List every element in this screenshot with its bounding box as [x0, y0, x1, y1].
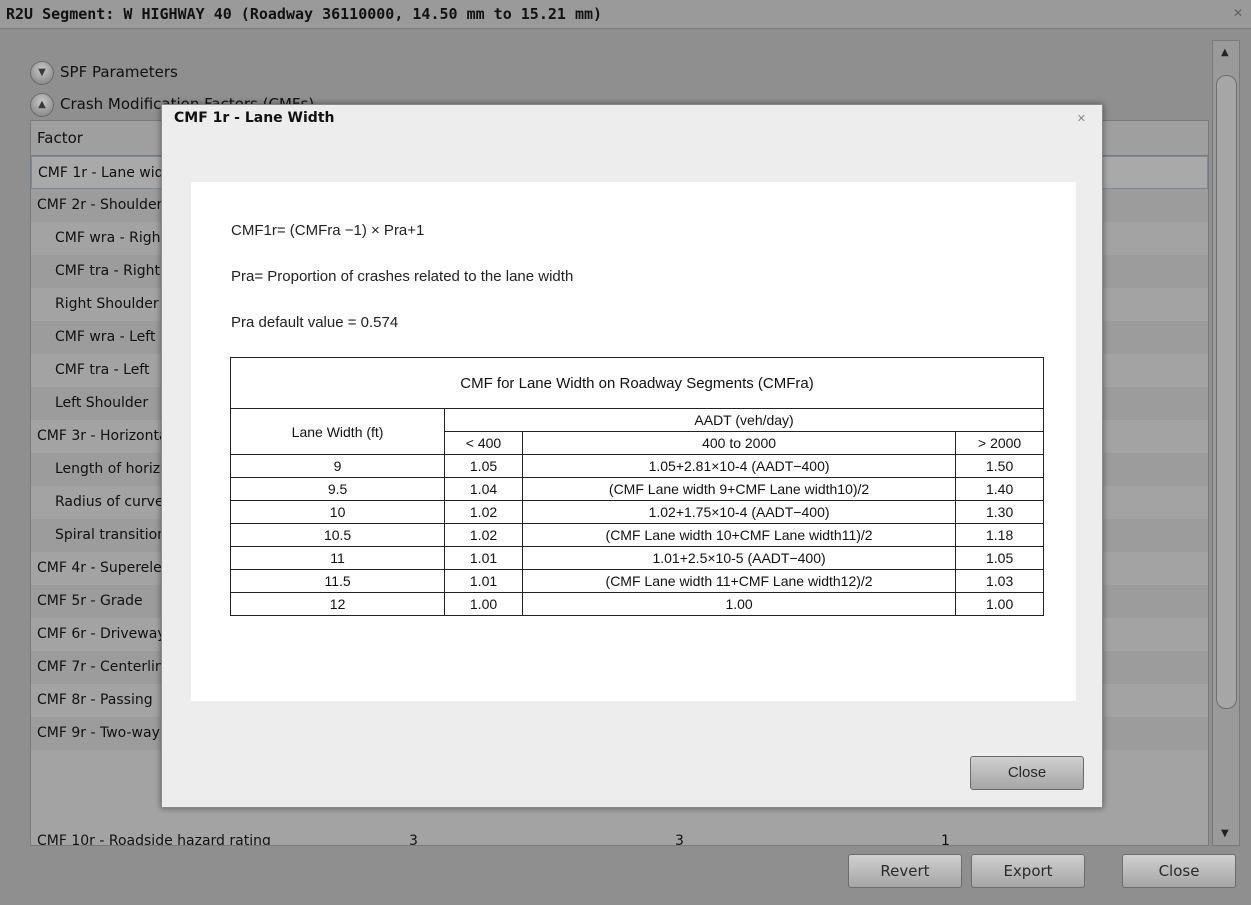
table-cell: 10.5 — [229, 523, 446, 547]
pra-description: Pra= Proportion of crashes related to th… — [231, 268, 574, 285]
factor-cell: CMF 2r - Shoulder — [37, 197, 163, 213]
factor-cell: Right Shoulder — [55, 296, 159, 312]
table-cell: 1.01 — [444, 546, 523, 570]
value-cell: 3 — [675, 833, 684, 846]
table-cell: 1.40 — [955, 477, 1044, 501]
aadt-col-high: > 2000 — [955, 431, 1044, 455]
table-row: 9.5 1.04 (CMF Lane width 9+CMF Lane width1… — [229, 477, 1044, 501]
table-cell: 1.00 — [955, 592, 1044, 616]
chevron-up-icon[interactable]: ▲ — [30, 93, 54, 117]
aadt-col-low: < 400 — [444, 431, 523, 455]
table-cell: 9.5 — [229, 477, 446, 501]
cmf-formula: CMF1r= (CMFra −1) × Pra+1 — [231, 222, 424, 239]
table-cell: 9 — [229, 454, 446, 478]
table-cell: 12 — [229, 592, 446, 616]
table-row: 10.5 1.02 (CMF Lane width 10+CMF Lane widt… — [229, 523, 1044, 547]
table-cell: 1.05+2.81×10-4 (AADT−400) — [521, 454, 957, 478]
export-button[interactable]: Export — [971, 854, 1085, 888]
factor-cell: CMF 8r - Passing — [37, 692, 153, 708]
table-cell: 1.02 — [444, 523, 523, 547]
dialog-title: CMF 1r - Lane Width — [174, 110, 335, 126]
close-icon[interactable]: ✕ — [1233, 6, 1243, 20]
factor-cell: CMF 6r - Driveway — [37, 626, 166, 642]
factor-cell: CMF tra - Left — [55, 362, 150, 378]
table-caption: CMF for Lane Width on Roadway Segments (… — [230, 357, 1044, 409]
table-row: 10 1.02 1.02+1.75×10-4 (AADT−400) 1.30 — [229, 500, 1044, 524]
table-cell: 1.01+2.5×10-5 (AADT−400) — [521, 546, 957, 570]
factor-cell: CMF 9r - Two-way — [37, 725, 160, 741]
lane-width-header: Lane Width (ft) — [229, 408, 446, 455]
factor-cell: CMF 1r - Lane width — [38, 165, 178, 181]
factor-cell: CMF tra - Right — [55, 263, 160, 279]
table-row[interactable]: CMF 10r - Roadside hazard rating 3 3 1 — [31, 825, 1208, 846]
factor-cell: CMF 5r - Grade — [37, 593, 143, 609]
factor-cell: CMF 7r - Centerline — [37, 659, 173, 675]
vertical-scrollbar[interactable]: ▲ ▼ — [1212, 40, 1240, 846]
table-cell: 1.30 — [955, 500, 1044, 524]
factor-cell: CMF 10r - Roadside hazard rating — [37, 833, 271, 846]
pra-default-value: Pra default value = 0.574 — [231, 314, 399, 331]
table-cell: 1.04 — [444, 477, 523, 501]
scroll-down-arrow-icon[interactable]: ▼ — [1221, 828, 1229, 839]
table-row: 12 1.00 1.00 1.00 — [229, 592, 1044, 616]
factor-cell: Radius of curve — [55, 494, 164, 510]
table-cell: (CMF Lane width 11+CMF Lane width12)/2 — [521, 569, 957, 593]
lane-width-dialog: CMF 1r - Lane Width ✕ CMF1r= (CMFra −1) … — [161, 104, 1103, 808]
factor-cell: Left Shoulder — [55, 395, 149, 411]
table-cell: 1.05 — [444, 454, 523, 478]
table-row: 11.5 1.01 (CMF Lane width 11+CMF Lane widt… — [229, 569, 1044, 593]
lane-width-table: CMF for Lane Width on Roadway Segments (… — [229, 357, 1044, 616]
formula-panel: CMF1r= (CMFra −1) × Pra+1 Pra= Proportio… — [191, 182, 1076, 701]
close-button[interactable]: Close — [1122, 854, 1236, 888]
table-cell: (CMF Lane width 9+CMF Lane width10)/2 — [521, 477, 957, 501]
table-cell: 1.00 — [521, 592, 957, 616]
table-cell: 1.18 — [955, 523, 1044, 547]
table-cell: 1.05 — [955, 546, 1044, 570]
value-cell: 1 — [941, 833, 950, 846]
factor-cell: CMF 3r - Horizontal — [37, 428, 172, 444]
window-title: R2U Segment: W HIGHWAY 40 (Roadway 36110… — [6, 5, 603, 23]
aadt-col-mid: 400 to 2000 — [521, 431, 957, 455]
table-row: 9 1.05 1.05+2.81×10-4 (AADT−400) 1.50 — [229, 454, 1044, 478]
table-cell: 1.00 — [444, 592, 523, 616]
table-cell: 11.5 — [229, 569, 446, 593]
table-cell: 1.03 — [955, 569, 1044, 593]
table-cell: 1.02 — [444, 500, 523, 524]
table-row: 11 1.01 1.01+2.5×10-5 (AADT−400) 1.05 — [229, 546, 1044, 570]
value-cell: 3 — [409, 833, 418, 846]
table-cell: 1.50 — [955, 454, 1044, 478]
table-cell: (CMF Lane width 10+CMF Lane width11)/2 — [521, 523, 957, 547]
factor-column-header: Factor — [37, 129, 83, 147]
factor-cell: CMF wra - Left — [55, 329, 156, 345]
table-cell: 1.01 — [444, 569, 523, 593]
table-cell: 10 — [229, 500, 446, 524]
scrollbar-thumb[interactable] — [1216, 75, 1237, 709]
window-title-bar: R2U Segment: W HIGHWAY 40 (Roadway 36110… — [0, 0, 1251, 29]
factor-cell: CMF wra - Right — [55, 230, 166, 246]
factor-cell: Spiral transition — [55, 527, 167, 543]
dialog-close-icon[interactable]: ✕ — [1077, 112, 1086, 125]
spf-parameters-label: SPF Parameters — [60, 63, 178, 81]
scroll-up-arrow-icon[interactable]: ▲ — [1221, 47, 1229, 58]
table-cell: 1.02+1.75×10-4 (AADT−400) — [521, 500, 957, 524]
aadt-header: AADT (veh/day) — [444, 408, 1044, 432]
dialog-close-button[interactable]: Close — [970, 756, 1084, 790]
cmf-formula-text: CMF1r= (CMFra −1) × Pra+1 — [231, 222, 425, 239]
table-cell: 11 — [229, 546, 446, 570]
revert-button[interactable]: Revert — [848, 854, 962, 888]
chevron-down-icon[interactable]: ▼ — [30, 61, 54, 85]
